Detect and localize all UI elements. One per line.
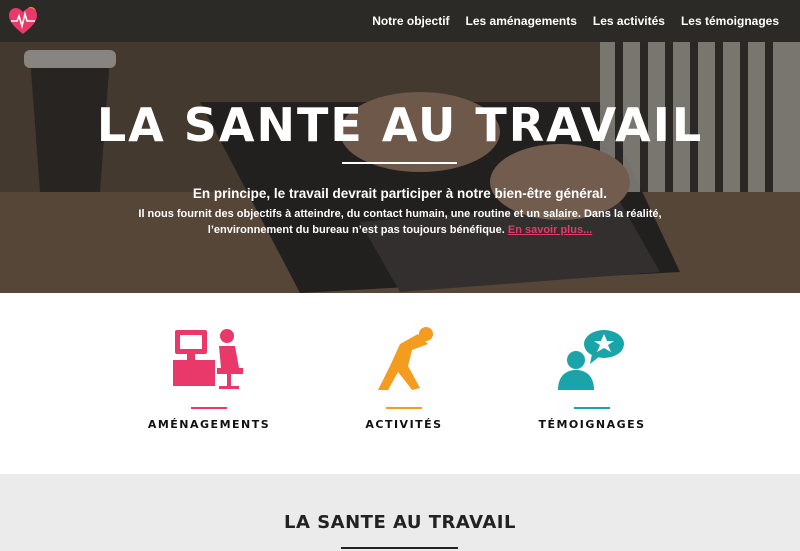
navbar: Notre objectif Les aménagements Les acti…: [0, 0, 800, 42]
stretching-person-icon: [378, 327, 433, 390]
workstation-icon: [173, 329, 243, 389]
speech-bubble-person-icon: [558, 330, 624, 390]
read-more-link[interactable]: En savoir plus...: [508, 224, 592, 236]
hero-title: LA SANTE AU TRAVAIL: [96, 98, 704, 152]
feature-activites[interactable]: ACTIVITÉS: [300, 293, 500, 474]
heart-pulse-logo-icon[interactable]: [7, 6, 39, 36]
section-title: LA SANTE AU TRAVAIL: [284, 512, 516, 533]
intro-section: LA SANTE AU TRAVAIL: [0, 474, 800, 551]
feature-label[interactable]: AMÉNAGEMENTS: [105, 418, 313, 431]
features-section: AMÉNAGEMENTS ACTIVITÉS TÉMOIGNAGES: [0, 293, 800, 474]
nav-link-amenagements[interactable]: Les aménagements: [466, 14, 577, 28]
feature-divider: [574, 407, 610, 409]
hero-overlay: [0, 42, 800, 293]
feature-label[interactable]: TÉMOIGNAGES: [488, 418, 696, 431]
feature-divider: [386, 407, 422, 409]
nav-link-temoignages[interactable]: Les témoignages: [681, 14, 779, 28]
section-divider: [341, 547, 458, 549]
nav-link-objectif[interactable]: Notre objectif: [372, 14, 449, 28]
hero-text: Il nous fournit des objectifs à atteindr…: [120, 206, 680, 238]
nav-link-activites[interactable]: Les activités: [593, 14, 665, 28]
hero-lead: En principe, le travail devrait particip…: [192, 186, 608, 201]
feature-divider: [191, 407, 227, 409]
hero-banner: LA SANTE AU TRAVAIL En principe, le trav…: [0, 42, 800, 293]
feature-amenagements[interactable]: AMÉNAGEMENTS: [105, 293, 305, 474]
feature-label[interactable]: ACTIVITÉS: [300, 418, 508, 431]
hero-divider: [342, 162, 457, 164]
nav-links: Notre objectif Les aménagements Les acti…: [372, 0, 779, 42]
feature-temoignages[interactable]: TÉMOIGNAGES: [488, 293, 688, 474]
